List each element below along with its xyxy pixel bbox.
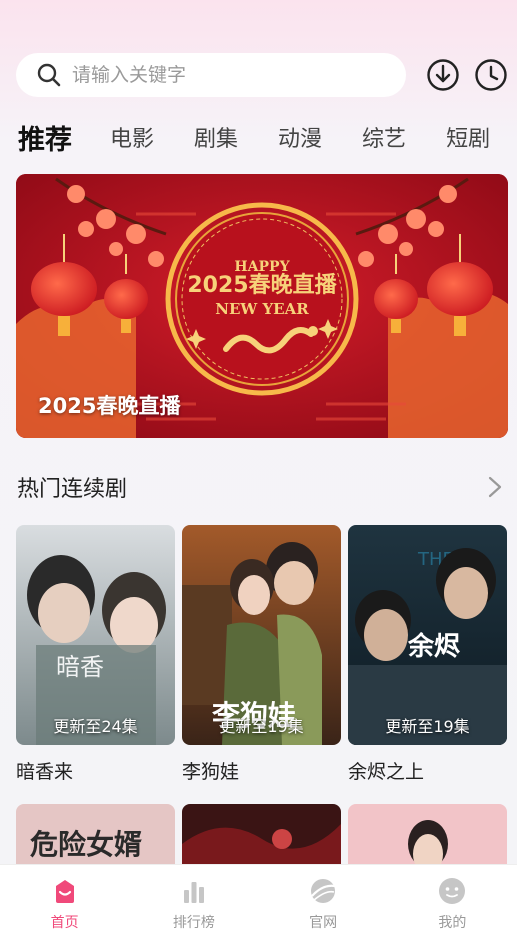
chevron-right-icon[interactable] <box>487 475 503 499</box>
category-tabs: 推荐 电影 剧集 动漫 综艺 短剧 <box>18 117 517 157</box>
tab-variety[interactable]: 综艺 <box>362 121 406 153</box>
poster-art-title: 危险女婿 <box>30 828 142 861</box>
svg-text:暗香: 暗香 <box>56 653 104 681</box>
poster-art: 李狗娃 <box>182 525 341 745</box>
nav-ranking[interactable]: 排行榜 <box>129 865 258 934</box>
banner-art-new-year: NEW YEAR <box>215 300 309 318</box>
section-header[interactable]: 热门连续剧 <box>17 470 503 504</box>
tab-series[interactable]: 剧集 <box>194 121 238 153</box>
nav-profile[interactable]: 我的 <box>388 865 517 934</box>
hero-banner[interactable]: HAPPY 2025春晚直播 NEW YEAR 2025春晚直播 <box>16 174 508 438</box>
home-bag-icon <box>55 880 74 903</box>
nav-ranking-label: 排行榜 <box>172 915 215 931</box>
bottom-nav: 首页 排行榜 官网 我的 <box>0 864 517 934</box>
bar-chart-icon <box>183 882 204 903</box>
search-icon <box>37 63 61 87</box>
nav-home[interactable]: 首页 <box>0 865 129 934</box>
smiley-face-icon <box>439 878 466 904</box>
search-input[interactable] <box>72 64 372 86</box>
search-box[interactable] <box>16 53 406 97</box>
show-poster[interactable]: THE 余烬 更新至19集 <box>348 525 507 745</box>
search-row <box>16 53 508 97</box>
poster-art: THE 余烬 <box>348 525 507 745</box>
banner-art-title: 2025春晚直播 <box>187 272 337 298</box>
show-card[interactable]: 李狗娃 更新至19集 李狗娃 <box>182 525 341 784</box>
nav-official-site[interactable]: 官网 <box>259 865 388 934</box>
show-title[interactable]: 暗香来 <box>16 757 175 784</box>
tab-short-drama[interactable]: 短剧 <box>446 121 490 153</box>
section-title: 热门连续剧 <box>17 477 128 502</box>
show-card[interactable]: 暗香 更新至24集 暗香来 <box>16 525 175 784</box>
nav-home-label: 首页 <box>50 915 79 931</box>
episode-badge: 更新至19集 <box>219 717 304 736</box>
nav-profile-label: 我的 <box>438 915 467 931</box>
history-clock-icon[interactable] <box>474 58 508 92</box>
episode-badge: 更新至24集 <box>53 717 138 736</box>
nav-official-site-label: 官网 <box>309 915 338 931</box>
tab-anime[interactable]: 动漫 <box>278 121 322 153</box>
poster-art: 暗香 <box>16 525 175 745</box>
tab-movies[interactable]: 电影 <box>110 121 154 153</box>
download-icon[interactable] <box>426 58 460 92</box>
banner-caption: 2025春晚直播 <box>38 394 181 418</box>
planet-icon <box>311 879 336 903</box>
show-card[interactable]: THE 余烬 更新至19集 余烬之上 <box>348 525 507 784</box>
show-poster[interactable]: 暗香 更新至24集 <box>16 525 175 745</box>
episode-badge: 更新至19集 <box>385 717 470 736</box>
show-title[interactable]: 余烬之上 <box>348 757 507 784</box>
svg-text:余烬: 余烬 <box>407 631 461 662</box>
show-title[interactable]: 李狗娃 <box>182 757 341 784</box>
show-poster[interactable]: 李狗娃 更新至19集 <box>182 525 341 745</box>
tab-recommend[interactable]: 推荐 <box>18 118 72 157</box>
